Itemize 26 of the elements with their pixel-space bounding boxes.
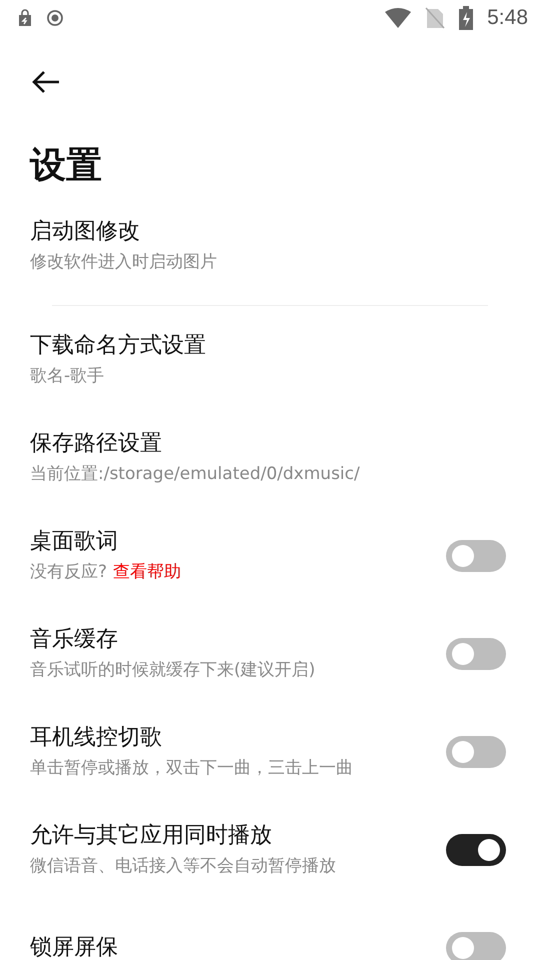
help-link[interactable]: 查看帮助 xyxy=(113,558,182,586)
setting-description: 没有反应? xyxy=(30,561,108,584)
settings-row[interactable]: 启动图修改 修改软件进入时启动图片 xyxy=(0,197,540,295)
setting-title: 桌面歌词 xyxy=(30,528,119,556)
setting-description: 修改软件进入时启动图片 xyxy=(30,251,217,274)
setting-description: 单击暂停或播放，双击下一曲，三击上一曲 xyxy=(30,757,353,780)
setting-description: 音乐试听的时候就缓存下来(建议开启) xyxy=(30,659,316,682)
status-time: 5:48 xyxy=(487,6,528,30)
setting-title: 下载命名方式设置 xyxy=(30,332,207,360)
setting-title: 允许与其它应用同时播放 xyxy=(30,822,273,850)
setting-title: 启动图修改 xyxy=(30,218,141,246)
page-title: 设置 xyxy=(30,144,103,188)
settings-row[interactable]: 保存路径设置 当前位置:/storage/emulated/0/dxmusic/ xyxy=(0,409,540,507)
setting-title: 音乐缓存 xyxy=(30,626,119,654)
setting-description: 当前位置:/storage/emulated/0/dxmusic/ xyxy=(30,463,360,486)
settings-row[interactable]: 桌面歌词 没有反应? 查看帮助 xyxy=(0,507,540,605)
setting-title: 锁屏屏保 xyxy=(30,934,119,960)
settings-row[interactable]: 允许与其它应用同时播放 微信语音、电话接入等不会自动暂停播放 xyxy=(0,801,540,899)
setting-description: 微信语音、电话接入等不会自动暂停播放 xyxy=(30,855,336,878)
settings-row[interactable]: 锁屏屏保 xyxy=(0,899,540,960)
setting-description: 歌名-歌手 xyxy=(30,365,104,388)
setting-title: 耳机线控切歌 xyxy=(30,724,163,752)
settings-row[interactable]: 耳机线控切歌 单击暂停或播放，双击下一曲，三击上一曲 xyxy=(0,703,540,801)
settings-row[interactable]: 下载命名方式设置 歌名-歌手 xyxy=(0,311,540,409)
settings-row[interactable]: 音乐缓存 音乐试听的时候就缓存下来(建议开启) xyxy=(0,605,540,703)
setting-title: 保存路径设置 xyxy=(30,430,163,458)
